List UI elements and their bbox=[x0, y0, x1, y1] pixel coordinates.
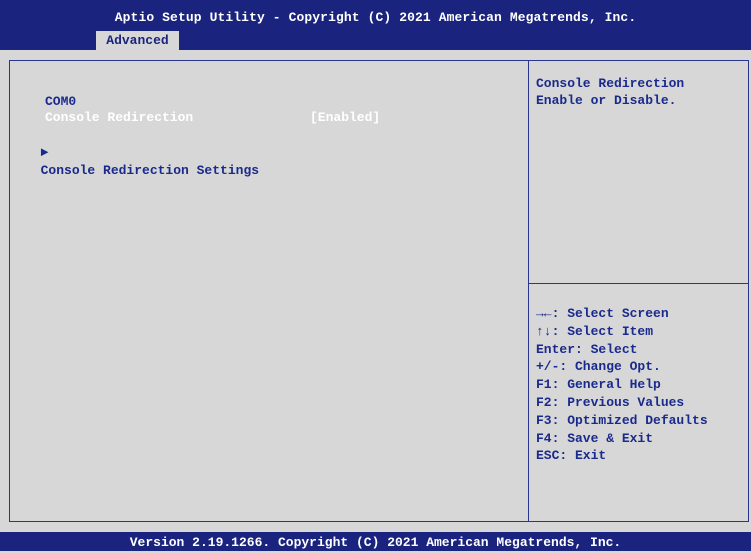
key-optimized-defaults: F3: Optimized Defaults bbox=[536, 412, 708, 428]
console-redirection-value[interactable]: [Enabled] bbox=[310, 109, 380, 127]
utility-title: Aptio Setup Utility - Copyright (C) 2021… bbox=[114, 10, 637, 25]
console-redirection-settings-item[interactable]: ► Console Redirection Settings bbox=[25, 126, 259, 180]
help-text-line2: Enable or Disable. bbox=[536, 93, 677, 108]
title-bar: Aptio Setup Utility - Copyright (C) 2021… bbox=[0, 0, 751, 50]
panel-divider-vertical bbox=[528, 60, 529, 522]
key-general-help: F1: General Help bbox=[536, 377, 661, 393]
key-legend: →←: Select Screen ↑↓: Select Item Enter:… bbox=[536, 305, 708, 465]
version-footer: Version 2.19.1266. Copyright (C) 2021 Am… bbox=[0, 532, 751, 551]
key-save-exit: F4: Save & Exit bbox=[536, 430, 654, 446]
key-enter-select: Enter: Select bbox=[536, 341, 638, 357]
key-previous-values: F2: Previous Values bbox=[536, 394, 685, 410]
help-text-line1: Console Redirection bbox=[536, 76, 685, 91]
panel-divider-horizontal bbox=[529, 283, 749, 284]
tab-advanced[interactable]: Advanced bbox=[96, 31, 179, 50]
console-redirection-label[interactable]: Console Redirection bbox=[45, 109, 193, 127]
key-change-option: +/-: Change Opt. bbox=[536, 359, 661, 375]
key-esc-exit: ESC: Exit bbox=[536, 448, 607, 464]
bios-setup-screen: { "header": { "title": "Aptio Setup Util… bbox=[0, 0, 751, 551]
submenu-arrow-icon: ► bbox=[40, 145, 49, 160]
key-select-item: ↑↓: Select Item bbox=[536, 323, 654, 339]
console-redirection-settings-label: Console Redirection Settings bbox=[40, 163, 260, 178]
key-select-screen: →←: Select Screen bbox=[536, 306, 669, 321]
